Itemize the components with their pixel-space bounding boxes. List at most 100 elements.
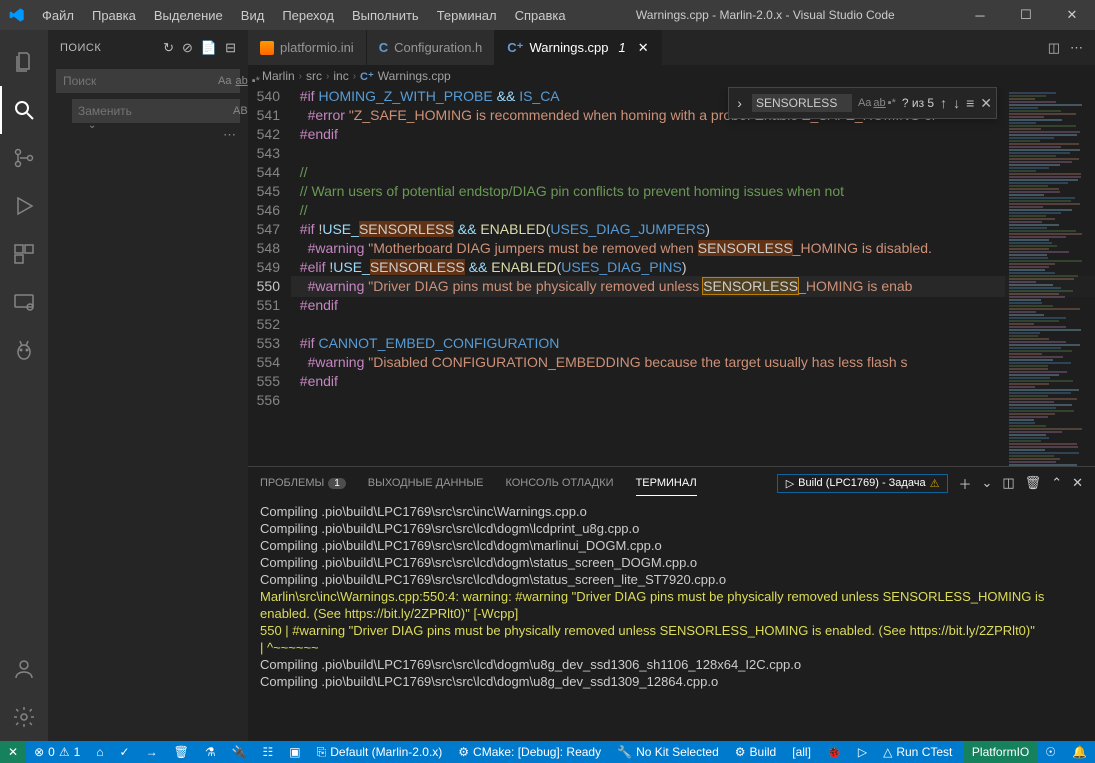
breadcrumbs[interactable]: Marlin› src› inc› C⁺ Warnings.cpp <box>248 65 1095 87</box>
menu-run[interactable]: Выполнить <box>344 4 427 27</box>
platformio-icon[interactable] <box>0 326 48 374</box>
problems-badge: 1 <box>328 478 346 489</box>
source-control-icon[interactable] <box>0 134 48 182</box>
find-input[interactable] <box>752 94 852 112</box>
status-home-icon[interactable]: ⌂ <box>88 741 111 763</box>
kill-terminal-icon[interactable]: 🗑 <box>1025 475 1042 491</box>
window-title: Warnings.cpp - Marlin-2.0.x - Visual Stu… <box>574 8 957 22</box>
breadcrumb-item[interactable]: inc <box>333 69 348 83</box>
status-cmake[interactable]: ⚙ CMake: [Debug]: Ready <box>450 741 609 763</box>
status-build[interactable]: ⚙ Build <box>727 741 784 763</box>
tab-output[interactable]: ВЫХОДНЫЕ ДАННЫЕ <box>368 471 484 495</box>
replace-input[interactable] <box>78 104 233 118</box>
accounts-icon[interactable] <box>0 645 48 693</box>
preserve-case-icon[interactable]: AB <box>233 105 248 117</box>
code-editor[interactable]: 540541542 543544545 546547548 549550551 … <box>248 87 1095 466</box>
status-plug-icon[interactable]: 🔌 <box>224 741 255 763</box>
split-terminal-icon[interactable]: ◫ <box>1002 475 1014 491</box>
more-actions-icon[interactable]: ⋯ <box>1070 40 1083 56</box>
regex-icon[interactable]: ▪* <box>252 75 260 87</box>
status-run-icon[interactable]: ▷ <box>850 741 875 763</box>
breadcrumb-item[interactable]: Marlin <box>262 69 295 83</box>
find-selection-icon[interactable]: ≡ <box>966 95 974 111</box>
menu-selection[interactable]: Выделение <box>146 4 231 27</box>
window-controls: ─ ☐ ✕ <box>957 0 1095 30</box>
close-panel-icon[interactable]: ✕ <box>1072 475 1083 491</box>
search-field[interactable]: Aa ab ▪* <box>56 69 240 93</box>
search-icon[interactable] <box>0 86 48 134</box>
match-word-icon[interactable]: ab <box>873 97 885 109</box>
find-prev-icon[interactable]: ↑ <box>940 95 947 111</box>
match-case-icon[interactable]: Aa <box>858 97 871 109</box>
menu-view[interactable]: Вид <box>233 4 273 27</box>
terminal-content[interactable]: Compiling .pio\build\LPC1769\src\src\inc… <box>248 499 1095 741</box>
close-button[interactable]: ✕ <box>1049 0 1095 30</box>
search-input[interactable] <box>63 74 218 88</box>
toggle-replace-icon[interactable]: ⌄ <box>88 120 96 131</box>
replace-field[interactable]: AB <box>72 99 240 123</box>
menu-terminal[interactable]: Терминал <box>429 4 505 27</box>
find-expand-icon[interactable]: › <box>733 95 746 111</box>
remote-indicator[interactable]: ✕ <box>0 741 26 763</box>
tab-terminal[interactable]: ТЕРМИНАЛ <box>636 471 697 496</box>
collapse-icon[interactable]: ⊟ <box>225 40 236 56</box>
status-kit[interactable]: 🔧 No Kit Selected <box>609 741 727 763</box>
refresh-icon[interactable]: ↻ <box>163 40 174 56</box>
find-next-icon[interactable]: ↓ <box>953 95 960 111</box>
remote-icon[interactable] <box>0 278 48 326</box>
breadcrumb-item[interactable]: Warnings.cpp <box>378 69 451 83</box>
status-beaker-icon[interactable]: ⚗ <box>197 741 224 763</box>
tab-configuration[interactable]: CConfiguration.h <box>367 30 496 65</box>
regex-icon[interactable]: ▪* <box>888 97 896 109</box>
code-content[interactable]: #if HOMING_Z_WITH_PROBE && IS_CA #error … <box>292 87 1095 466</box>
terminal-task-selector[interactable]: ▷Build (LPC1769) - Задача⚠ <box>777 474 949 493</box>
maximize-button[interactable]: ☐ <box>1003 0 1049 30</box>
status-check-icon[interactable]: ✓ <box>112 741 138 763</box>
tab-warnings[interactable]: C⁺Warnings.cpp1✕ <box>495 30 661 65</box>
status-trash-icon[interactable]: 🗑 <box>166 741 197 763</box>
run-debug-icon[interactable] <box>0 182 48 230</box>
c-file-icon: C <box>379 40 388 55</box>
explorer-icon[interactable] <box>0 38 48 86</box>
find-close-icon[interactable]: ✕ <box>980 95 992 112</box>
match-word-icon[interactable]: ab <box>235 75 247 87</box>
maximize-panel-icon[interactable]: ⌃ <box>1051 475 1062 491</box>
status-errors[interactable]: ⊗ 0 ⚠ 1 <box>26 741 88 763</box>
menu-goto[interactable]: Переход <box>274 4 342 27</box>
settings-icon[interactable] <box>0 693 48 741</box>
clear-icon[interactable]: ⊘ <box>182 40 193 56</box>
line-gutter: 540541542 543544545 546547548 549550551 … <box>248 87 292 466</box>
menu-help[interactable]: Справка <box>507 4 574 27</box>
tab-problems[interactable]: ПРОБЛЕМЫ1 <box>260 471 346 495</box>
match-case-icon[interactable]: Aa <box>218 75 231 87</box>
menu-bar: Файл Правка Выделение Вид Переход Выполн… <box>34 4 574 27</box>
sidebar-title: ПОИСК <box>60 42 101 54</box>
minimize-button[interactable]: ─ <box>957 0 1003 30</box>
menu-edit[interactable]: Правка <box>84 4 144 27</box>
editor-area: platformio.ini CConfiguration.h C⁺Warnin… <box>248 30 1095 741</box>
tab-debug-console[interactable]: КОНСОЛЬ ОТЛАДКИ <box>505 471 613 495</box>
status-target[interactable]: [all] <box>784 741 819 763</box>
search-details-toggle[interactable]: ⋯ <box>48 125 248 145</box>
status-ctest[interactable]: △ Run CTest <box>875 741 960 763</box>
extensions-icon[interactable] <box>0 230 48 278</box>
tab-close-icon[interactable]: ✕ <box>638 40 649 56</box>
menu-file[interactable]: Файл <box>34 4 82 27</box>
new-search-icon[interactable]: 📄 <box>201 40 217 56</box>
breadcrumb-item[interactable]: src <box>306 69 322 83</box>
minimap[interactable] <box>1005 87 1095 466</box>
cpp-file-icon: C⁺ <box>507 40 523 56</box>
status-debug-icon[interactable]: 🐞 <box>819 741 850 763</box>
new-terminal-icon[interactable]: ＋ <box>958 474 971 493</box>
status-bell-icon[interactable]: 🔔 <box>1064 741 1095 763</box>
bottom-panel: ПРОБЛЕМЫ1 ВЫХОДНЫЕ ДАННЫЕ КОНСОЛЬ ОТЛАДК… <box>248 466 1095 741</box>
status-platformio[interactable]: PlatformIO <box>964 741 1037 763</box>
status-monitor-icon[interactable]: ☷ <box>255 741 282 763</box>
status-terminal-icon[interactable]: ▣ <box>281 741 308 763</box>
status-arrow-icon[interactable]: → <box>138 741 166 763</box>
split-editor-icon[interactable]: ◫ <box>1048 40 1060 56</box>
status-default-config[interactable]: ⎘ Default (Marlin-2.0.x) <box>309 741 451 763</box>
tab-platformio[interactable]: platformio.ini <box>248 30 367 65</box>
terminal-dropdown-icon[interactable]: ⌄ <box>981 475 992 491</box>
status-feedback-icon[interactable]: ☉ <box>1037 741 1064 763</box>
